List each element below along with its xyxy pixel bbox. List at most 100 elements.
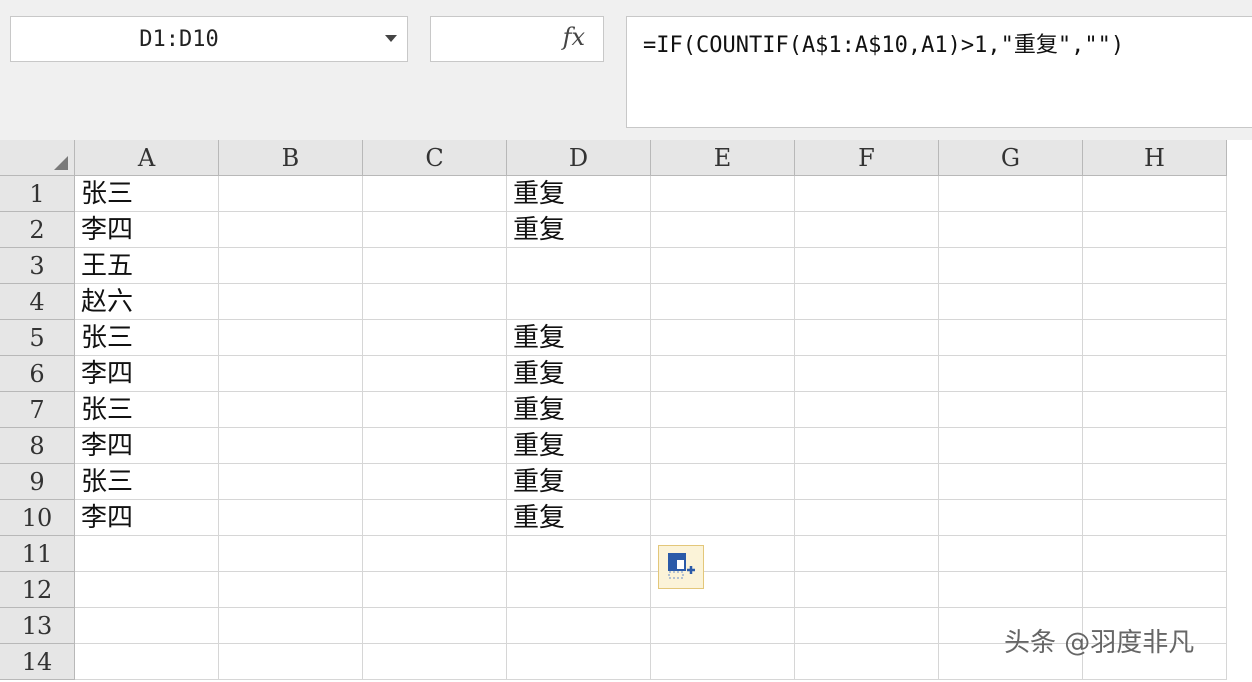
cell-e14[interactable]: [651, 644, 795, 680]
cell-d2[interactable]: 重复: [507, 212, 651, 248]
row-header-9[interactable]: 9: [0, 464, 75, 500]
cell-f4[interactable]: [795, 284, 939, 320]
cell-g6[interactable]: [939, 356, 1083, 392]
row-header-6[interactable]: 6: [0, 356, 75, 392]
cell-c13[interactable]: [363, 608, 507, 644]
cell-g7[interactable]: [939, 392, 1083, 428]
cell-b11[interactable]: [219, 536, 363, 572]
row-header-2[interactable]: 2: [0, 212, 75, 248]
cell-f13[interactable]: [795, 608, 939, 644]
row-header-10[interactable]: 10: [0, 500, 75, 536]
row-header-4[interactable]: 4: [0, 284, 75, 320]
cell-h12[interactable]: [1083, 572, 1227, 608]
cell-h3[interactable]: [1083, 248, 1227, 284]
cell-a3[interactable]: 王五: [75, 248, 219, 284]
cell-d5[interactable]: 重复: [507, 320, 651, 356]
cell-h10[interactable]: [1083, 500, 1227, 536]
column-header-c[interactable]: C: [363, 140, 507, 176]
cell-c2[interactable]: [363, 212, 507, 248]
cell-a14[interactable]: [75, 644, 219, 680]
cell-d14[interactable]: [507, 644, 651, 680]
cell-d3[interactable]: [507, 248, 651, 284]
cell-b8[interactable]: [219, 428, 363, 464]
cell-a13[interactable]: [75, 608, 219, 644]
cell-e13[interactable]: [651, 608, 795, 644]
column-header-h[interactable]: H: [1083, 140, 1227, 176]
cell-d4[interactable]: [507, 284, 651, 320]
row-header-3[interactable]: 3: [0, 248, 75, 284]
cell-b9[interactable]: [219, 464, 363, 500]
insert-function-box[interactable]: fx: [430, 16, 604, 62]
cell-g1[interactable]: [939, 176, 1083, 212]
cell-g9[interactable]: [939, 464, 1083, 500]
cell-b12[interactable]: [219, 572, 363, 608]
cell-d6[interactable]: 重复: [507, 356, 651, 392]
cell-b3[interactable]: [219, 248, 363, 284]
cell-d7[interactable]: 重复: [507, 392, 651, 428]
row-header-14[interactable]: 14: [0, 644, 75, 680]
formula-input[interactable]: =IF(COUNTIF(A$1:A$10,A1)>1,"重复",""): [626, 16, 1252, 128]
column-header-a[interactable]: A: [75, 140, 219, 176]
cell-b2[interactable]: [219, 212, 363, 248]
row-header-13[interactable]: 13: [0, 608, 75, 644]
row-header-5[interactable]: 5: [0, 320, 75, 356]
column-header-d[interactable]: D: [507, 140, 651, 176]
cell-e8[interactable]: [651, 428, 795, 464]
column-header-b[interactable]: B: [219, 140, 363, 176]
cell-g12[interactable]: [939, 572, 1083, 608]
cell-b5[interactable]: [219, 320, 363, 356]
row-header-12[interactable]: 12: [0, 572, 75, 608]
cell-f14[interactable]: [795, 644, 939, 680]
cell-f6[interactable]: [795, 356, 939, 392]
cell-b13[interactable]: [219, 608, 363, 644]
cell-c4[interactable]: [363, 284, 507, 320]
cell-e6[interactable]: [651, 356, 795, 392]
cell-b14[interactable]: [219, 644, 363, 680]
cell-e9[interactable]: [651, 464, 795, 500]
cell-d9[interactable]: 重复: [507, 464, 651, 500]
cell-e7[interactable]: [651, 392, 795, 428]
row-header-1[interactable]: 1: [0, 176, 75, 212]
cell-g8[interactable]: [939, 428, 1083, 464]
cell-a11[interactable]: [75, 536, 219, 572]
cell-h7[interactable]: [1083, 392, 1227, 428]
cell-d10[interactable]: 重复: [507, 500, 651, 536]
cell-d8[interactable]: 重复: [507, 428, 651, 464]
cell-f12[interactable]: [795, 572, 939, 608]
row-header-11[interactable]: 11: [0, 536, 75, 572]
cell-h9[interactable]: [1083, 464, 1227, 500]
cell-f10[interactable]: [795, 500, 939, 536]
cell-g3[interactable]: [939, 248, 1083, 284]
column-header-f[interactable]: F: [795, 140, 939, 176]
cell-d13[interactable]: [507, 608, 651, 644]
cell-d12[interactable]: [507, 572, 651, 608]
cell-f8[interactable]: [795, 428, 939, 464]
autofill-options-button[interactable]: [658, 545, 704, 589]
cell-d1[interactable]: 重复: [507, 176, 651, 212]
cell-f1[interactable]: [795, 176, 939, 212]
cell-b7[interactable]: [219, 392, 363, 428]
cell-f9[interactable]: [795, 464, 939, 500]
cell-h6[interactable]: [1083, 356, 1227, 392]
cell-e2[interactable]: [651, 212, 795, 248]
cell-c3[interactable]: [363, 248, 507, 284]
cell-h11[interactable]: [1083, 536, 1227, 572]
cell-a12[interactable]: [75, 572, 219, 608]
select-all-corner[interactable]: [0, 140, 75, 176]
cell-c11[interactable]: [363, 536, 507, 572]
cell-c8[interactable]: [363, 428, 507, 464]
cell-h1[interactable]: [1083, 176, 1227, 212]
cell-c9[interactable]: [363, 464, 507, 500]
row-header-8[interactable]: 8: [0, 428, 75, 464]
cell-c14[interactable]: [363, 644, 507, 680]
cell-e4[interactable]: [651, 284, 795, 320]
cell-f5[interactable]: [795, 320, 939, 356]
cell-b4[interactable]: [219, 284, 363, 320]
cell-g2[interactable]: [939, 212, 1083, 248]
cell-a5[interactable]: 张三: [75, 320, 219, 356]
cell-f11[interactable]: [795, 536, 939, 572]
cell-a7[interactable]: 张三: [75, 392, 219, 428]
cell-c1[interactable]: [363, 176, 507, 212]
cell-a10[interactable]: 李四: [75, 500, 219, 536]
cell-a8[interactable]: 李四: [75, 428, 219, 464]
